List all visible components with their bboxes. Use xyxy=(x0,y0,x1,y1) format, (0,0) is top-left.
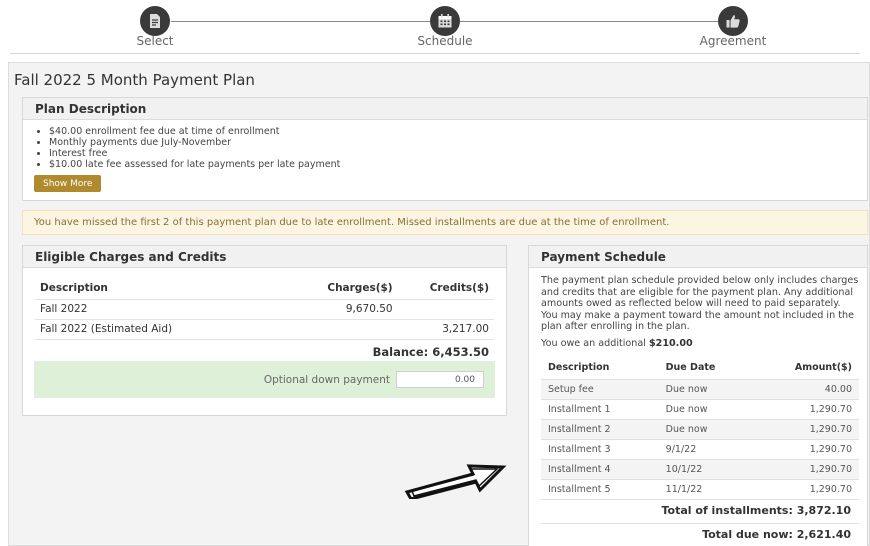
step-label-select: Select xyxy=(136,34,174,48)
row-description: Fall 2022 (Estimated Aid) xyxy=(35,319,288,340)
table-row: Installment 1 Due now 1,290.70 xyxy=(541,399,859,420)
row-amount: 1,290.70 xyxy=(757,399,859,420)
balance-total: Balance: 6,453.50 xyxy=(372,345,489,359)
column-header-due-date: Due Date xyxy=(658,357,758,380)
row-description: Installment 3 xyxy=(541,439,659,460)
table-row: Fall 2022 9,670.50 xyxy=(35,299,494,320)
divider xyxy=(10,53,860,54)
row-due-date: 11/1/22 xyxy=(658,479,758,500)
list-item: $10.00 late fee assessed for late paymen… xyxy=(49,159,867,170)
row-description: Installment 5 xyxy=(541,479,659,500)
row-charges xyxy=(287,319,398,340)
eligible-charges-card: Eligible Charges and Credits Description… xyxy=(22,245,507,416)
late-enrollment-alert: You have missed the first 2 of this paym… xyxy=(22,210,868,235)
table-row: Installment 3 9/1/22 1,290.70 xyxy=(541,439,859,460)
table-row: Installment 2 Due now 1,290.70 xyxy=(541,419,859,440)
plan-description-header: Plan Description xyxy=(23,98,867,120)
row-credits: 3,217.00 xyxy=(397,319,494,340)
row-charges: 9,670.50 xyxy=(287,299,398,320)
step-label-schedule: Schedule xyxy=(417,34,473,48)
step-label-agreement: Agreement xyxy=(699,34,767,48)
row-description: Setup fee xyxy=(541,379,659,400)
document-icon xyxy=(150,14,160,28)
divider xyxy=(541,523,859,524)
show-more-button[interactable]: Show More xyxy=(34,175,102,192)
optional-down-payment-input[interactable] xyxy=(396,371,484,388)
row-description: Installment 2 xyxy=(541,419,659,440)
stepper-connector xyxy=(171,21,430,22)
column-header-amount: Amount($) xyxy=(757,357,859,380)
plan-description-card: Plan Description $40.00 enrollment fee d… xyxy=(22,97,868,201)
stepper-connector xyxy=(460,21,718,22)
arrow-right-icon xyxy=(404,464,507,499)
calendar-icon xyxy=(438,14,452,28)
step-select[interactable] xyxy=(140,6,170,36)
table-row: Setup fee Due now 40.00 xyxy=(541,379,859,400)
additional-owed: You owe an additional $210.00 xyxy=(541,338,693,349)
progress-stepper: Select Schedule Agreement xyxy=(0,0,870,54)
step-schedule[interactable] xyxy=(430,6,460,36)
row-description: Installment 1 xyxy=(541,399,659,420)
row-due-date: Due now xyxy=(658,399,758,420)
row-due-date: Due now xyxy=(658,379,758,400)
row-due-date: 9/1/22 xyxy=(658,439,758,460)
total-installments: Total of installments: 3,872.10 xyxy=(661,504,852,517)
page-title: Fall 2022 5 Month Payment Plan xyxy=(14,71,255,89)
list-item: Interest free xyxy=(49,148,867,159)
payment-schedule-card: Payment Schedule The payment plan schedu… xyxy=(528,245,868,546)
additional-owed-label: You owe an additional xyxy=(541,338,649,349)
optional-down-payment-box: Optional down payment xyxy=(34,361,495,398)
table-header-row: Description Charges($) Credits($) xyxy=(35,277,494,300)
total-due-now: Total due now: 2,621.40 xyxy=(702,528,851,541)
row-amount: 1,290.70 xyxy=(757,479,859,500)
row-amount: 1,290.70 xyxy=(757,439,859,460)
column-header-description: Description xyxy=(541,357,659,380)
column-header-charges: Charges($) xyxy=(287,277,398,300)
table-row: Installment 5 11/1/22 1,290.70 xyxy=(541,479,859,500)
eligible-charges-header: Eligible Charges and Credits xyxy=(23,246,506,268)
row-description: Installment 4 xyxy=(541,459,659,480)
optional-down-payment-label: Optional down payment xyxy=(263,374,390,386)
additional-owed-amount: $210.00 xyxy=(648,338,693,349)
row-amount: 1,290.70 xyxy=(757,459,859,480)
eligible-charges-table: Description Charges($) Credits($) Fall 2… xyxy=(35,277,494,340)
payment-schedule-description: The payment plan schedule provided below… xyxy=(541,275,859,332)
row-amount: 40.00 xyxy=(757,379,859,400)
row-description: Fall 2022 xyxy=(35,299,288,320)
table-header-row: Description Due Date Amount($) xyxy=(541,357,859,380)
column-header-description: Description xyxy=(35,277,288,300)
thumbs-up-icon xyxy=(726,15,740,28)
row-due-date: Due now xyxy=(658,419,758,440)
column-header-credits: Credits($) xyxy=(397,277,494,300)
step-agreement[interactable] xyxy=(718,6,748,36)
payment-schedule-header: Payment Schedule xyxy=(529,246,867,268)
row-amount: 1,290.70 xyxy=(757,419,859,440)
table-row: Installment 4 10/1/22 1,290.70 xyxy=(541,459,859,480)
table-row: Fall 2022 (Estimated Aid) 3,217.00 xyxy=(35,319,494,340)
row-due-date: 10/1/22 xyxy=(658,459,758,480)
payment-schedule-table: Description Due Date Amount($) Setup fee… xyxy=(541,357,859,500)
plan-description-list: $40.00 enrollment fee due at time of enr… xyxy=(23,126,867,170)
list-item: Monthly payments due July-November xyxy=(49,137,867,148)
row-credits xyxy=(397,299,494,320)
list-item: $40.00 enrollment fee due at time of enr… xyxy=(49,126,867,137)
